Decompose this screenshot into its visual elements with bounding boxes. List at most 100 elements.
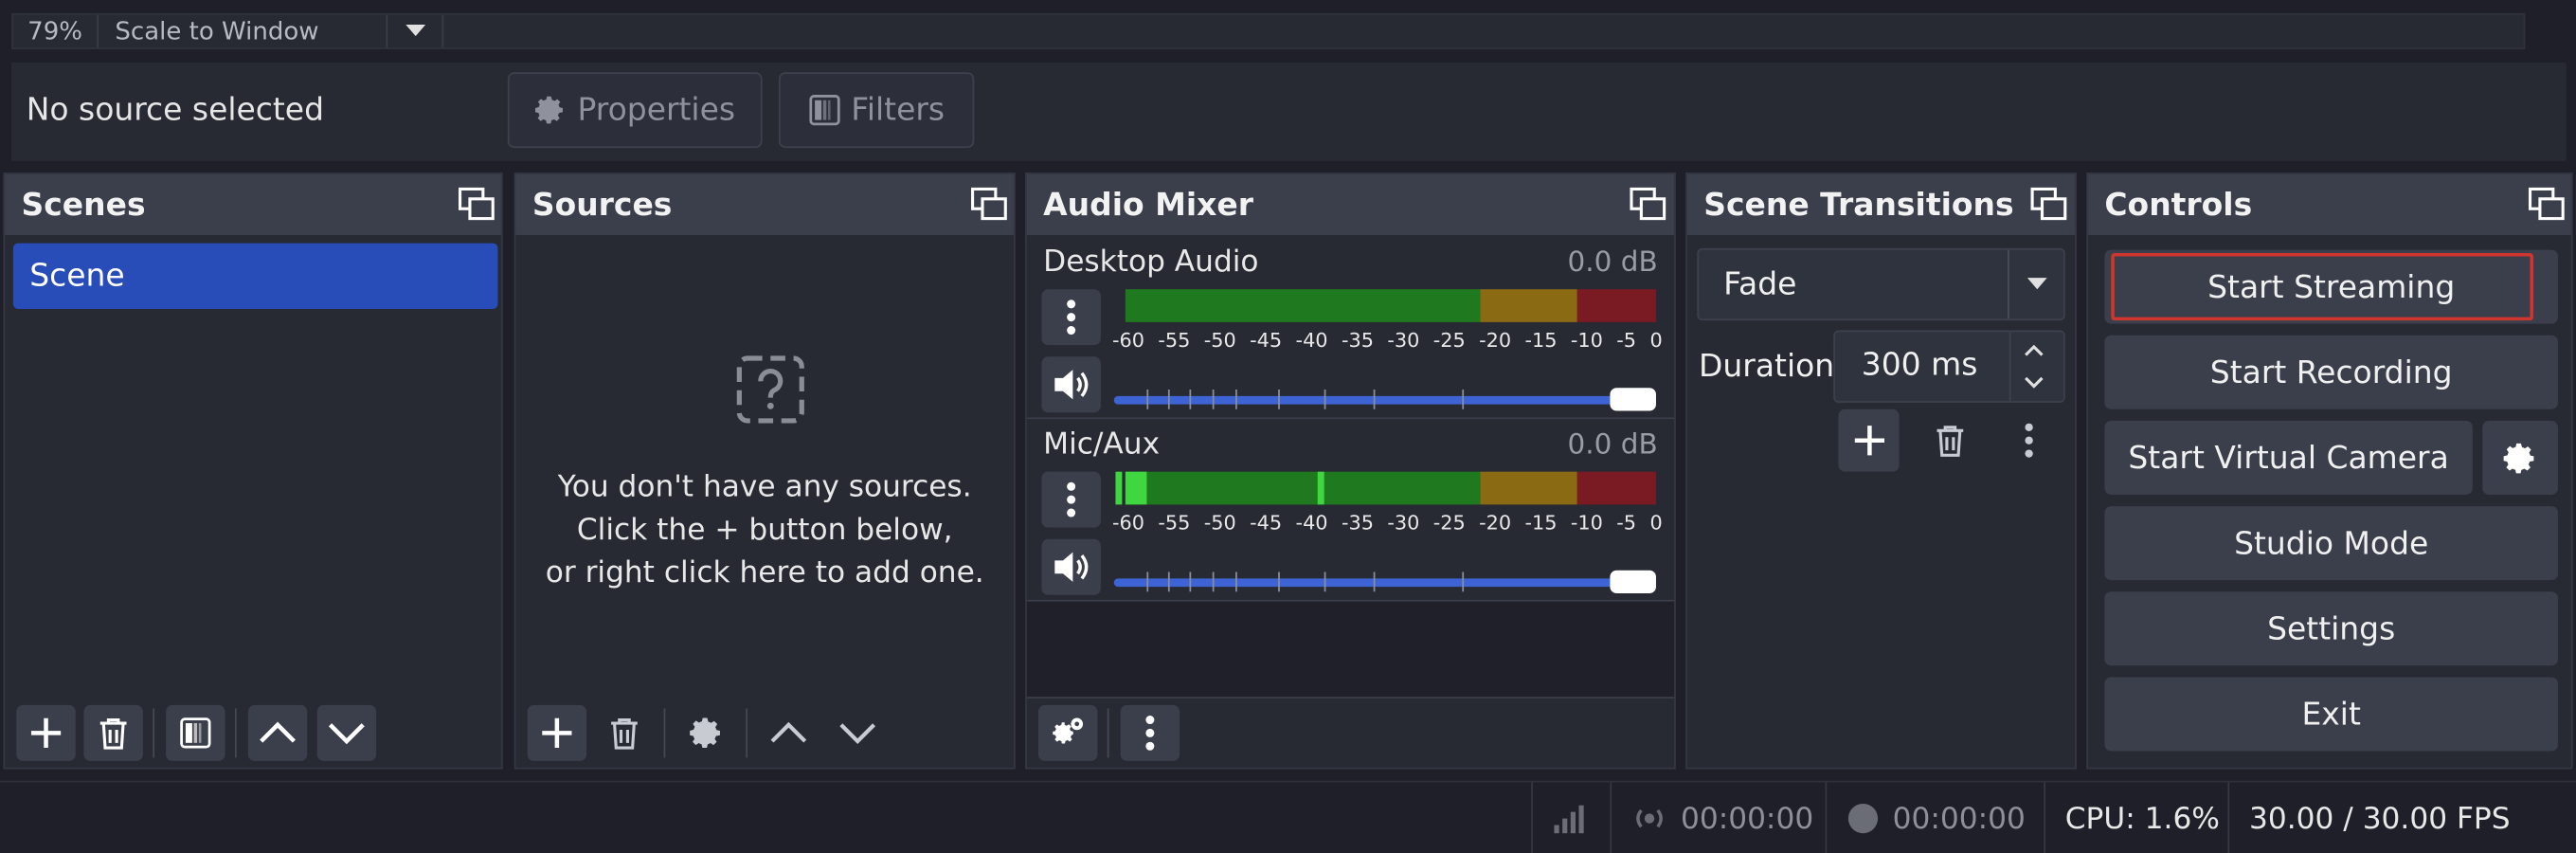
scene-transitions-title: Scene Transitions: [1703, 187, 2014, 224]
start-virtual-camera-button[interactable]: Start Virtual Camera: [2104, 420, 2473, 495]
undock-icon[interactable]: [1630, 187, 1666, 221]
empty-line-1: You don't have any sources.: [557, 469, 972, 505]
meter-tick-label: -30: [1387, 511, 1420, 535]
exit-button[interactable]: Exit: [2104, 677, 2558, 752]
mute-button[interactable]: [1041, 538, 1101, 595]
move-source-down-button[interactable]: [828, 705, 887, 761]
volume-slider-handle[interactable]: [1610, 570, 1656, 594]
remove-transition-button[interactable]: [1920, 409, 1979, 472]
empty-line-3: or right click here to add one.: [545, 555, 984, 590]
transition-select[interactable]: Fade: [1697, 247, 2065, 321]
chevron-down-icon: [328, 723, 365, 745]
undock-icon[interactable]: [971, 187, 1007, 221]
studio-mode-button[interactable]: Studio Mode: [2104, 506, 2558, 581]
slider-tick: [1146, 389, 1149, 409]
move-scene-down-button[interactable]: [316, 704, 377, 761]
spin-divider: [2009, 332, 2011, 402]
gear-icon: [690, 717, 720, 748]
channel-menu-button[interactable]: [1041, 471, 1101, 528]
start-recording-label: Start Recording: [2209, 354, 2453, 390]
meter-tick-label: -55: [1158, 511, 1191, 535]
scene-transitions-header: Scene Transitions: [1686, 173, 2076, 235]
spin-up-icon[interactable]: [2023, 342, 2045, 358]
transition-selected: Fade: [1723, 265, 1797, 303]
zoom-mode-select[interactable]: Scale to Window: [99, 14, 388, 48]
meter-tick-label: -35: [1341, 328, 1374, 353]
remove-source-button[interactable]: [595, 705, 654, 761]
studio-mode-label: Studio Mode: [2234, 525, 2429, 562]
settings-button[interactable]: Settings: [2104, 591, 2558, 666]
start-recording-button[interactable]: Start Recording: [2104, 335, 2558, 409]
scene-list-item[interactable]: Scene: [12, 243, 498, 310]
channel-name: Desktop Audio: [1043, 245, 1259, 280]
meter-tick-label: -20: [1479, 511, 1512, 535]
filter-icon: [809, 95, 840, 126]
meter-tick-label: -60: [1111, 328, 1144, 353]
meter-tick-label: -10: [1570, 328, 1603, 353]
toolbar-separator: [234, 708, 237, 758]
channel-name: Mic/Aux: [1043, 426, 1161, 463]
sources-dock: Sources You don't have any sources. Clic…: [513, 172, 1016, 770]
slider-tick: [1212, 572, 1215, 592]
meter-tick-label: -40: [1295, 328, 1328, 353]
slider-tick: [1324, 572, 1326, 592]
meter-tick-label: -10: [1570, 511, 1603, 535]
advanced-audio-button[interactable]: [1037, 704, 1098, 761]
meter-scale: -60 -55 -50 -45 -40 -35 -30 -25 -20 -15 -10 -5 0: [1112, 511, 1663, 534]
source-properties-button[interactable]: [676, 705, 735, 761]
scene-filters-button[interactable]: [166, 704, 225, 761]
slider-tick: [1189, 389, 1192, 409]
meter-tick-label: -30: [1387, 328, 1420, 353]
meter-tick-label: -50: [1203, 328, 1236, 353]
scene-transitions-dock: Scene Transitions Fade Duration 300 ms: [1685, 172, 2077, 770]
controls-title: Controls: [2104, 187, 2253, 224]
add-source-button[interactable]: [527, 704, 587, 761]
add-transition-button[interactable]: [1838, 408, 1900, 472]
duration-spinbox[interactable]: 300 ms: [1833, 330, 2065, 403]
undock-icon[interactable]: [458, 187, 495, 221]
chevron-down-icon: [405, 25, 426, 37]
stream-status: 00:00:00: [1610, 782, 1825, 853]
mixer-toolbar-separator: [1026, 697, 1675, 699]
remove-scene-button[interactable]: [83, 704, 143, 761]
spin-down-icon[interactable]: [2023, 374, 2045, 390]
toolbar-separator: [1107, 708, 1109, 758]
properties-button[interactable]: Properties: [507, 72, 763, 149]
duration-value: 300 ms: [1861, 346, 1978, 384]
record-dot-icon: [1847, 803, 1879, 834]
slider-tick: [1235, 389, 1237, 409]
volume-slider-handle[interactable]: [1610, 388, 1656, 411]
channel-menu-button[interactable]: [1041, 289, 1101, 346]
volume-slider[interactable]: [1113, 570, 1656, 594]
gear-icon: [535, 96, 564, 124]
undock-icon[interactable]: [2030, 187, 2067, 221]
mixer-menu-button[interactable]: [1120, 704, 1180, 761]
network-status: [1531, 782, 1610, 853]
channel-level: 0.0 dB: [1567, 246, 1658, 280]
trash-icon: [1937, 426, 1964, 457]
meter-tick-label: -20: [1479, 328, 1512, 353]
volume-meter: [1115, 471, 1656, 505]
undock-icon[interactable]: [2528, 187, 2565, 221]
sources-dock-header: Sources: [515, 173, 1014, 235]
move-scene-up-button[interactable]: [247, 704, 308, 761]
zoom-mode-dropdown[interactable]: [387, 14, 444, 48]
transition-properties-button[interactable]: [1999, 409, 2058, 472]
volume-slider[interactable]: [1113, 388, 1656, 411]
audio-mixer-title: Audio Mixer: [1043, 187, 1254, 224]
slider-ticks: [1114, 389, 1656, 409]
mute-button[interactable]: [1041, 356, 1101, 413]
virtual-camera-settings-button[interactable]: [2482, 420, 2558, 495]
speaker-icon: [1054, 552, 1089, 582]
meter-tick-label: 0: [1649, 511, 1663, 535]
zoom-percent[interactable]: 79%: [13, 14, 99, 48]
move-source-up-button[interactable]: [759, 705, 818, 761]
unknown-source-icon: [736, 355, 804, 424]
chevron-up-icon: [770, 721, 807, 743]
cpu-usage: CPU: 1.6%: [2044, 782, 2227, 853]
plus-icon: [542, 717, 572, 749]
add-scene-button[interactable]: [16, 704, 76, 761]
empty-line-2: Click the + button below,: [576, 513, 953, 548]
filters-button[interactable]: Filters: [778, 72, 975, 149]
start-streaming-button[interactable]: Start Streaming: [2104, 249, 2558, 324]
